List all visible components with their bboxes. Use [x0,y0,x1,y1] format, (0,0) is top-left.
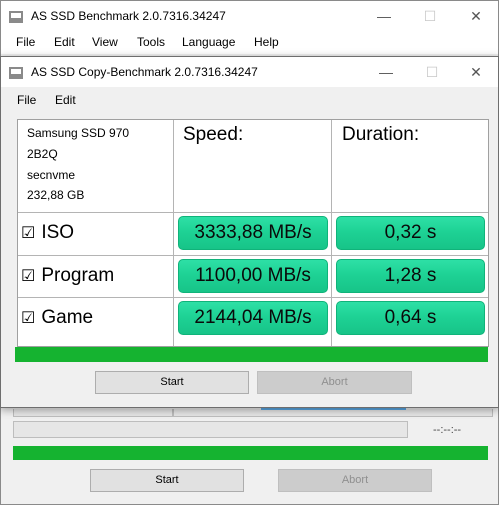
main-progress-bar [13,446,488,460]
minimize-icon[interactable]: — [361,1,407,31]
row-iso-label: ☑ ISO [21,222,74,244]
dialog-minimize-icon[interactable]: — [363,57,409,87]
game-duration-value: 0,64 s [336,301,485,335]
start-button[interactable]: Start [95,371,249,394]
grid-divider [331,120,332,346]
program-duration-value: 1,28 s [336,259,485,293]
menu-view[interactable]: View [92,35,118,49]
drive-model: Samsung SSD 970 [27,126,130,140]
menu-tools[interactable]: Tools [137,35,165,49]
close-icon[interactable]: ✕ [453,1,499,31]
menu-edit[interactable]: Edit [54,35,75,49]
dialog-menubar: File Edit [1,90,498,112]
iso-speed-value: 3333,88 MB/s [178,216,328,250]
results-field-2 [173,409,493,417]
drive-driver: secnvme [27,168,76,182]
menu-language[interactable]: Language [182,35,235,49]
main-titlebar: AS SSD Benchmark 2.0.7316.34247 — ☐ ✕ [1,1,498,32]
program-speed-value: 1100,00 MB/s [178,259,328,293]
dialog-progress-bar [15,347,488,362]
game-speed-value: 2144,04 MB/s [178,301,328,335]
speed-header: Speed: [183,124,244,145]
main-menubar: File Edit View Tools Language Help [1,32,498,54]
row-game-text: Game [41,307,94,328]
main-abort-button: Abort [278,469,432,492]
row-program-text: Program [41,265,115,286]
row-game-label: ☑ Game [21,307,93,329]
drive-firmware: 2B2Q [27,147,58,161]
grid-divider [18,212,488,213]
checkbox-iso[interactable]: ☑ [21,223,35,243]
abort-button: Abort [257,371,412,394]
dialog-close-icon[interactable]: ✕ [453,57,499,87]
iso-duration-value: 0,32 s [336,216,485,250]
dialog-title: AS SSD Copy-Benchmark 2.0.7316.34247 [31,65,258,79]
checkbox-program[interactable]: ☑ [21,266,35,286]
dialog-menu-file[interactable]: File [17,93,36,107]
copy-benchmark-dialog: AS SSD Copy-Benchmark 2.0.7316.34247 — ☐… [0,56,499,408]
status-field [13,421,408,438]
dialog-app-icon [9,67,23,79]
row-program-label: ☑ Program [21,265,114,287]
grid-divider [173,120,174,346]
grid-divider [18,255,488,256]
menu-help[interactable]: Help [254,35,279,49]
results-grid: Samsung SSD 970 2B2Q secnvme 232,88 GB S… [17,119,489,347]
main-window-title: AS SSD Benchmark 2.0.7316.34247 [31,9,226,23]
dialog-maximize-icon: ☐ [425,64,439,80]
checkbox-game[interactable]: ☑ [21,308,35,328]
main-start-button[interactable]: Start [90,469,244,492]
dialog-titlebar: AS SSD Copy-Benchmark 2.0.7316.34247 — ☐… [1,57,498,87]
drive-size: 232,88 GB [27,188,85,202]
results-field [13,409,173,417]
menu-file[interactable]: File [16,35,35,49]
duration-header: Duration: [342,124,420,145]
time-readout: --:--:-- [433,424,462,436]
maximize-icon: ☐ [423,8,437,24]
app-icon [9,11,23,23]
grid-divider [18,297,488,298]
dialog-menu-edit[interactable]: Edit [55,93,76,107]
row-iso-text: ISO [41,222,75,243]
